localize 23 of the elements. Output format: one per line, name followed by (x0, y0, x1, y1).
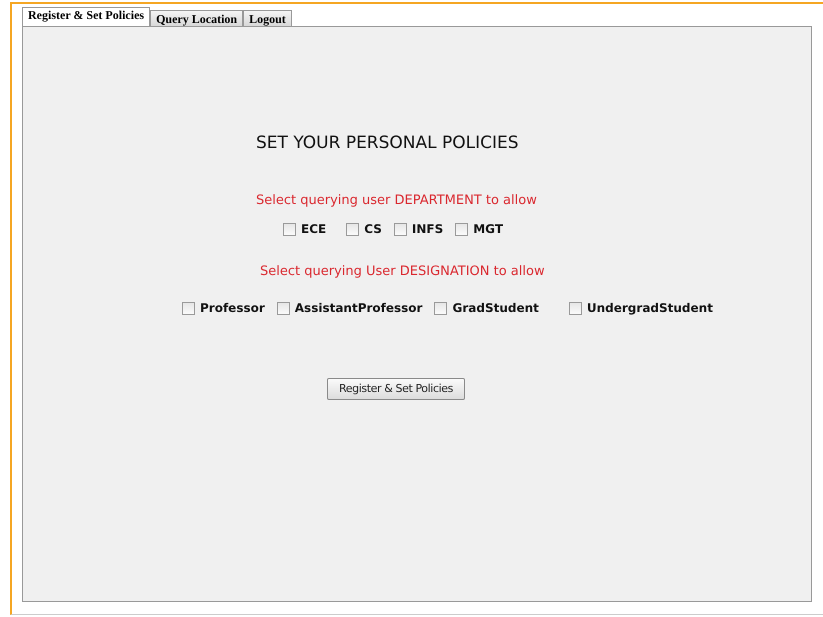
register-button[interactable]: Register & Set Policies (327, 378, 465, 400)
checkbox[interactable] (568, 302, 582, 314)
checkbox-label[interactable]: AssistantProfessor (294, 301, 422, 315)
checkbox-label[interactable]: UndergradStudent (586, 301, 713, 315)
checkbox-label[interactable]: Professor (200, 301, 265, 315)
checkbox[interactable] (346, 222, 360, 236)
checkbox-label[interactable]: MGT (473, 222, 503, 236)
checkbox[interactable] (283, 222, 296, 236)
tab[interactable]: Logout (243, 10, 292, 26)
checkbox[interactable] (455, 222, 468, 236)
checkbox[interactable] (276, 302, 290, 314)
section-heading: SET YOUR PERSONAL POLICIES (255, 133, 520, 153)
checkbox[interactable] (434, 302, 448, 314)
checkbox[interactable] (182, 302, 195, 314)
checkbox-label[interactable]: CS (364, 222, 382, 236)
checkbox[interactable] (394, 222, 407, 236)
department-prompt: Select querying user DEPARTMENT to allow (255, 193, 538, 208)
checkbox-label[interactable]: ECE (301, 222, 326, 236)
tab[interactable]: Query Location (150, 10, 244, 26)
checkbox-label[interactable]: GradStudent (452, 301, 539, 315)
designation-prompt: Select querying User DESIGNATION to allow (259, 264, 546, 279)
checkbox-label[interactable]: INFS (412, 222, 444, 236)
tab[interactable]: Register & Set Policies (22, 7, 150, 26)
